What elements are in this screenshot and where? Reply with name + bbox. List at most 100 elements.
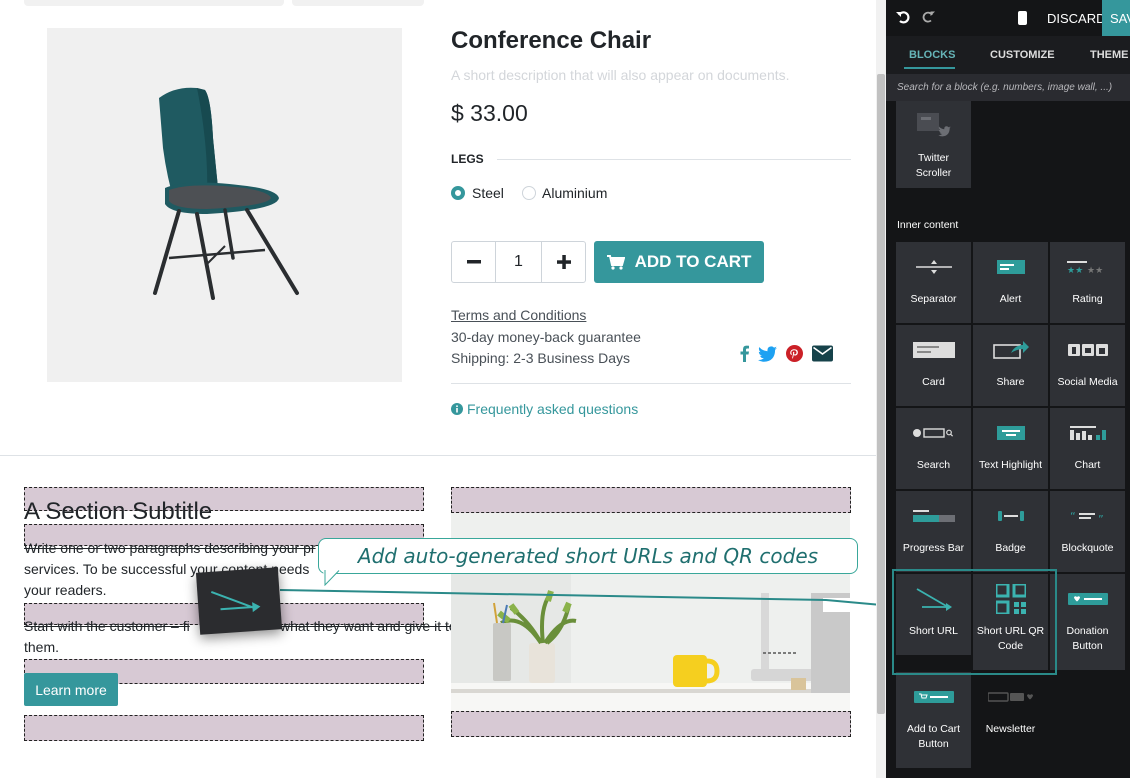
paragraph-line[interactable]: them. bbox=[24, 637, 59, 658]
block-badge[interactable]: Badge bbox=[973, 491, 1048, 572]
discard-button[interactable]: DISCARD bbox=[1047, 11, 1106, 26]
category-label: Inner content bbox=[897, 219, 959, 231]
redo-icon[interactable] bbox=[922, 10, 935, 26]
block-newsletter[interactable]: Newsletter bbox=[973, 672, 1048, 768]
dropzone[interactable] bbox=[451, 487, 851, 513]
block-share[interactable]: Share bbox=[973, 325, 1048, 406]
card-icon bbox=[912, 342, 955, 358]
short-url-icon bbox=[210, 590, 261, 613]
social-media-icon bbox=[1067, 344, 1108, 356]
block-label: Card bbox=[922, 376, 945, 388]
block-blockquote[interactable]: “” Blockquote bbox=[1050, 491, 1125, 572]
svg-text:★★: ★★ bbox=[1087, 266, 1103, 273]
badge-icon bbox=[997, 511, 1024, 521]
block-label: Twitter Scroller bbox=[915, 152, 952, 179]
svg-text:”: ” bbox=[1098, 513, 1104, 522]
increase-quantity-button[interactable] bbox=[542, 242, 585, 282]
tab-blocks[interactable]: BLOCKS bbox=[909, 49, 955, 61]
shopping-cart-icon bbox=[606, 254, 625, 270]
block-progress-bar[interactable]: Progress Bar bbox=[896, 491, 971, 572]
faq-link[interactable]: Frequently asked questions bbox=[451, 401, 638, 417]
block-label: Rating bbox=[1072, 293, 1103, 305]
active-tab-indicator bbox=[904, 67, 955, 69]
attribute-divider bbox=[497, 159, 851, 160]
tab-theme[interactable]: THEME bbox=[1090, 49, 1129, 61]
block-alert[interactable]: Alert bbox=[973, 242, 1048, 323]
paragraph-line[interactable]: Start with the customer – fi bbox=[24, 616, 190, 637]
block-label: Badge bbox=[995, 542, 1026, 554]
section-subtitle[interactable]: A Section Subtitle bbox=[24, 498, 212, 526]
alert-icon bbox=[996, 260, 1025, 274]
block-label: Blockquote bbox=[1061, 542, 1114, 554]
dragged-short-url-block[interactable] bbox=[195, 567, 283, 635]
block-short-url-qr-code[interactable]: Short URL QR Code bbox=[973, 574, 1048, 670]
qr-code-icon bbox=[995, 584, 1026, 614]
block-label: Short URL QR Code bbox=[976, 625, 1045, 652]
paragraph-line[interactable]: your readers. bbox=[24, 580, 106, 601]
share-links bbox=[740, 345, 833, 362]
block-search-snippet[interactable]: Search bbox=[896, 408, 971, 489]
product-description[interactable]: A short description that will also appea… bbox=[451, 67, 790, 83]
block-text-highlight[interactable]: Text Highlight bbox=[973, 408, 1048, 489]
dropzone[interactable] bbox=[451, 711, 851, 737]
chart-icon bbox=[1069, 426, 1106, 440]
plus-icon bbox=[556, 255, 571, 269]
learn-more-button[interactable]: Learn more bbox=[24, 673, 118, 706]
twitter-icon[interactable] bbox=[758, 345, 777, 362]
faq-label: Frequently asked questions bbox=[467, 401, 639, 417]
email-icon[interactable] bbox=[812, 345, 833, 362]
pinterest-icon[interactable] bbox=[786, 345, 803, 362]
blockquote-icon: “” bbox=[1070, 510, 1104, 522]
product-name[interactable]: Conference Chair bbox=[451, 27, 651, 55]
block-search bbox=[886, 74, 1130, 101]
add-to-cart-icon bbox=[913, 691, 954, 703]
dropzone[interactable] bbox=[24, 715, 424, 741]
option-steel-radio[interactable] bbox=[451, 186, 465, 200]
decrease-quantity-button[interactable] bbox=[452, 242, 495, 282]
block-donation-button[interactable]: Donation Button bbox=[1050, 574, 1125, 670]
twitter-scroller-icon bbox=[916, 113, 951, 137]
top-element-stub bbox=[292, 0, 424, 6]
paragraph-line[interactable]: what they want and give it to bbox=[280, 616, 457, 637]
quantity-input[interactable]: 1 bbox=[495, 242, 542, 282]
block-card[interactable]: Card bbox=[896, 325, 971, 406]
block-label: Short URL bbox=[908, 625, 959, 637]
newsletter-icon bbox=[987, 692, 1033, 702]
block-short-url[interactable]: Short URL bbox=[896, 574, 971, 655]
info-circle-icon bbox=[451, 403, 463, 415]
save-button[interactable]: SAV bbox=[1102, 0, 1130, 36]
option-steel-label[interactable]: Steel bbox=[472, 185, 504, 201]
product-image[interactable] bbox=[47, 28, 402, 382]
info-divider bbox=[451, 383, 851, 384]
block-rating[interactable]: ★★ ★★ Rating bbox=[1050, 242, 1125, 323]
block-label: Search bbox=[916, 459, 951, 471]
paragraph-line[interactable]: Write one or two paragraphs describing y… bbox=[24, 538, 316, 559]
option-aluminium-label[interactable]: Aluminium bbox=[542, 185, 607, 201]
page-scrollbar[interactable] bbox=[876, 0, 886, 778]
block-label: Share bbox=[996, 376, 1025, 388]
block-label: Newsletter bbox=[985, 723, 1036, 735]
page-scrollbar-thumb[interactable] bbox=[877, 74, 885, 714]
block-label: Chart bbox=[1074, 459, 1101, 471]
block-social-media[interactable]: Social Media bbox=[1050, 325, 1125, 406]
block-twitter-scroller[interactable]: Twitter Scroller bbox=[896, 101, 971, 188]
mobile-preview-icon[interactable] bbox=[1018, 11, 1027, 25]
block-add-to-cart-button[interactable]: Add to Cart Button bbox=[896, 672, 971, 768]
svg-text:“: “ bbox=[1070, 510, 1076, 522]
facebook-icon[interactable] bbox=[740, 345, 749, 362]
block-chart[interactable]: Chart bbox=[1050, 408, 1125, 489]
add-to-cart-label: ADD TO CART bbox=[634, 252, 752, 271]
tooltip-pointer bbox=[323, 570, 340, 586]
block-label: Text Highlight bbox=[978, 459, 1043, 471]
add-to-cart-button[interactable]: ADD TO CART bbox=[594, 241, 764, 283]
block-search-input[interactable] bbox=[886, 74, 1130, 101]
block-separator[interactable]: Separator bbox=[896, 242, 971, 323]
option-aluminium-radio[interactable] bbox=[522, 186, 536, 200]
donation-button-icon bbox=[1067, 593, 1108, 605]
undo-icon[interactable] bbox=[896, 10, 910, 29]
terms-link[interactable]: Terms and Conditions bbox=[451, 307, 586, 323]
shipping-text: Shipping: 2-3 Business Days bbox=[451, 350, 630, 366]
tab-customize[interactable]: CUSTOMIZE bbox=[990, 49, 1055, 61]
block-label: Donation Button bbox=[1066, 625, 1109, 652]
attribute-label: LEGS bbox=[451, 152, 484, 166]
